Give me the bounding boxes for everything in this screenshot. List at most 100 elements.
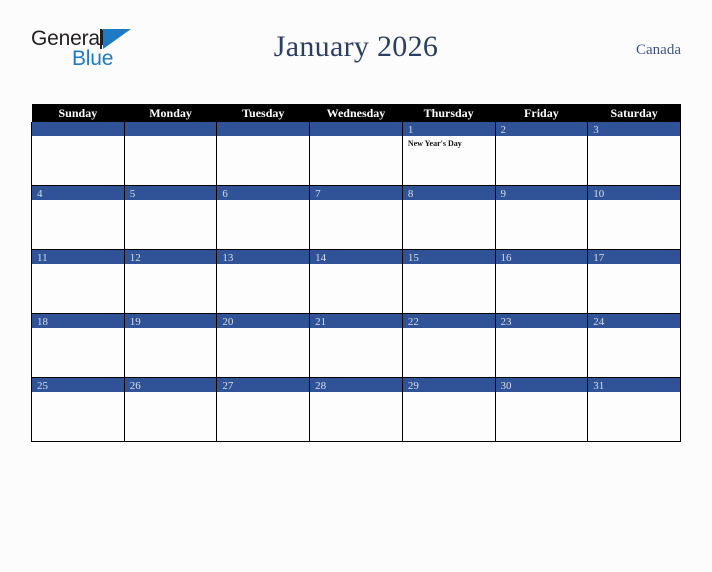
day-events [496,328,588,331]
day-number: 6 [222,188,228,200]
day-events [403,328,495,331]
day-number: 21 [315,316,327,328]
calendar-day-cell[interactable]: 26 [123,377,218,442]
calendar-day-cell[interactable]: 17 [587,249,681,314]
day-events [588,136,680,139]
calendar-week-row: 18 19 20 21 22 23 24 [31,313,681,378]
calendar-day-cell[interactable]: 16 [494,249,589,314]
day-number-bar: 1 [402,122,495,136]
day-event[interactable]: New Year's Day [408,139,491,149]
day-number: 12 [129,252,141,264]
calendar-day-cell[interactable]: 20 [216,313,311,378]
calendar-day-cell[interactable]: 29 [401,377,496,442]
day-cell-content: 8 [402,186,495,249]
day-number-bar: 10 [588,186,680,200]
calendar-day-cell[interactable]: 31 [587,377,681,442]
day-events [403,392,495,395]
calendar-day-cell[interactable]: 12 [123,249,218,314]
day-events [32,136,124,139]
day-number: 1 [407,124,414,136]
calendar-day-cell[interactable]: 4 [31,185,125,250]
day-events: New Year's Day [403,136,495,149]
day-number: 26 [129,380,141,392]
day-cell-content: 5 [124,186,217,249]
day-events [310,136,402,139]
calendar-day-cell[interactable]: 23 [494,313,589,378]
day-number-bar: 26 [124,378,217,392]
day-number-bar [310,122,402,136]
calendar-day-cell[interactable]: 27 [216,377,311,442]
weekday-header-tuesday: Tuesday [216,104,310,122]
calendar-day-cell[interactable]: 8 [401,185,496,250]
day-number-bar: 25 [32,378,124,392]
day-events [310,328,402,331]
day-cell-content: 22 [402,314,495,377]
calendar-day-cell[interactable]: 19 [123,313,218,378]
calendar-day-cell[interactable]: 10 [587,185,681,250]
calendar-day-cell[interactable] [216,122,311,186]
day-number-bar: 29 [402,378,495,392]
calendar-day-cell[interactable]: 14 [309,249,403,314]
day-number: 5 [129,188,136,200]
region-label: Canada [636,42,681,58]
day-number-bar: 31 [588,378,680,392]
day-number: 29 [407,380,419,392]
day-number: 20 [222,316,234,328]
calendar-day-cell[interactable]: 7 [309,185,403,250]
day-events [588,264,680,267]
day-cell-content: 15 [402,250,495,313]
page-header: General Blue January 2026 Canada [31,22,681,78]
day-events [217,136,309,139]
weekday-header-friday: Friday [495,104,588,122]
day-number: 9 [500,188,507,200]
day-events [496,136,588,139]
calendar-day-cell[interactable] [309,122,403,186]
day-number-bar: 8 [402,186,495,200]
calendar-day-cell[interactable]: 28 [309,377,403,442]
day-number-bar: 21 [310,314,402,328]
day-number: 19 [129,316,141,328]
day-number: 10 [593,188,605,200]
calendar-day-cell[interactable] [123,122,218,186]
day-cell-content: 10 [588,186,680,249]
calendar-day-cell[interactable]: 15 [401,249,496,314]
day-events [217,392,309,395]
calendar-day-cell[interactable]: 9 [494,185,589,250]
calendar-grid: Sunday Monday Tuesday Wednesday Thursday… [31,104,681,442]
day-number-bar: 3 [588,122,680,136]
calendar-day-cell[interactable]: 21 [309,313,403,378]
day-number: 15 [407,252,419,264]
day-number-bar [124,122,217,136]
day-cell-content: 14 [310,250,402,313]
calendar-day-cell[interactable]: 3 [587,122,681,186]
calendar-day-cell[interactable]: 11 [31,249,125,314]
calendar-day-cell[interactable]: 1 New Year's Day [401,122,496,186]
weekday-header-wednesday: Wednesday [309,104,403,122]
day-cell-content: 24 [588,314,680,377]
day-cell-content: 6 [217,186,310,249]
calendar-day-cell[interactable]: 2 [494,122,589,186]
calendar-day-cell[interactable]: 24 [587,313,681,378]
day-cell-content: 4 [32,186,124,249]
calendar-day-cell[interactable]: 25 [31,377,125,442]
calendar-day-cell[interactable]: 6 [216,185,311,250]
day-cell-content: 16 [495,250,588,313]
day-number-bar: 19 [124,314,217,328]
calendar-day-cell[interactable] [31,122,125,186]
day-events [588,328,680,331]
day-cell-content: 17 [588,250,680,313]
day-number: 17 [593,252,605,264]
day-events [125,200,217,203]
calendar-day-cell[interactable]: 22 [401,313,496,378]
day-cell-content: 13 [217,250,310,313]
day-number: 2 [500,124,507,136]
calendar-day-cell[interactable]: 30 [494,377,589,442]
calendar-day-cell[interactable]: 18 [31,313,125,378]
day-number-bar: 13 [217,250,310,264]
calendar-day-cell[interactable]: 5 [123,185,218,250]
day-events [125,264,217,267]
day-number-bar: 11 [32,250,124,264]
calendar-day-cell[interactable]: 13 [216,249,311,314]
day-number: 18 [37,316,48,328]
day-number-bar: 28 [310,378,402,392]
